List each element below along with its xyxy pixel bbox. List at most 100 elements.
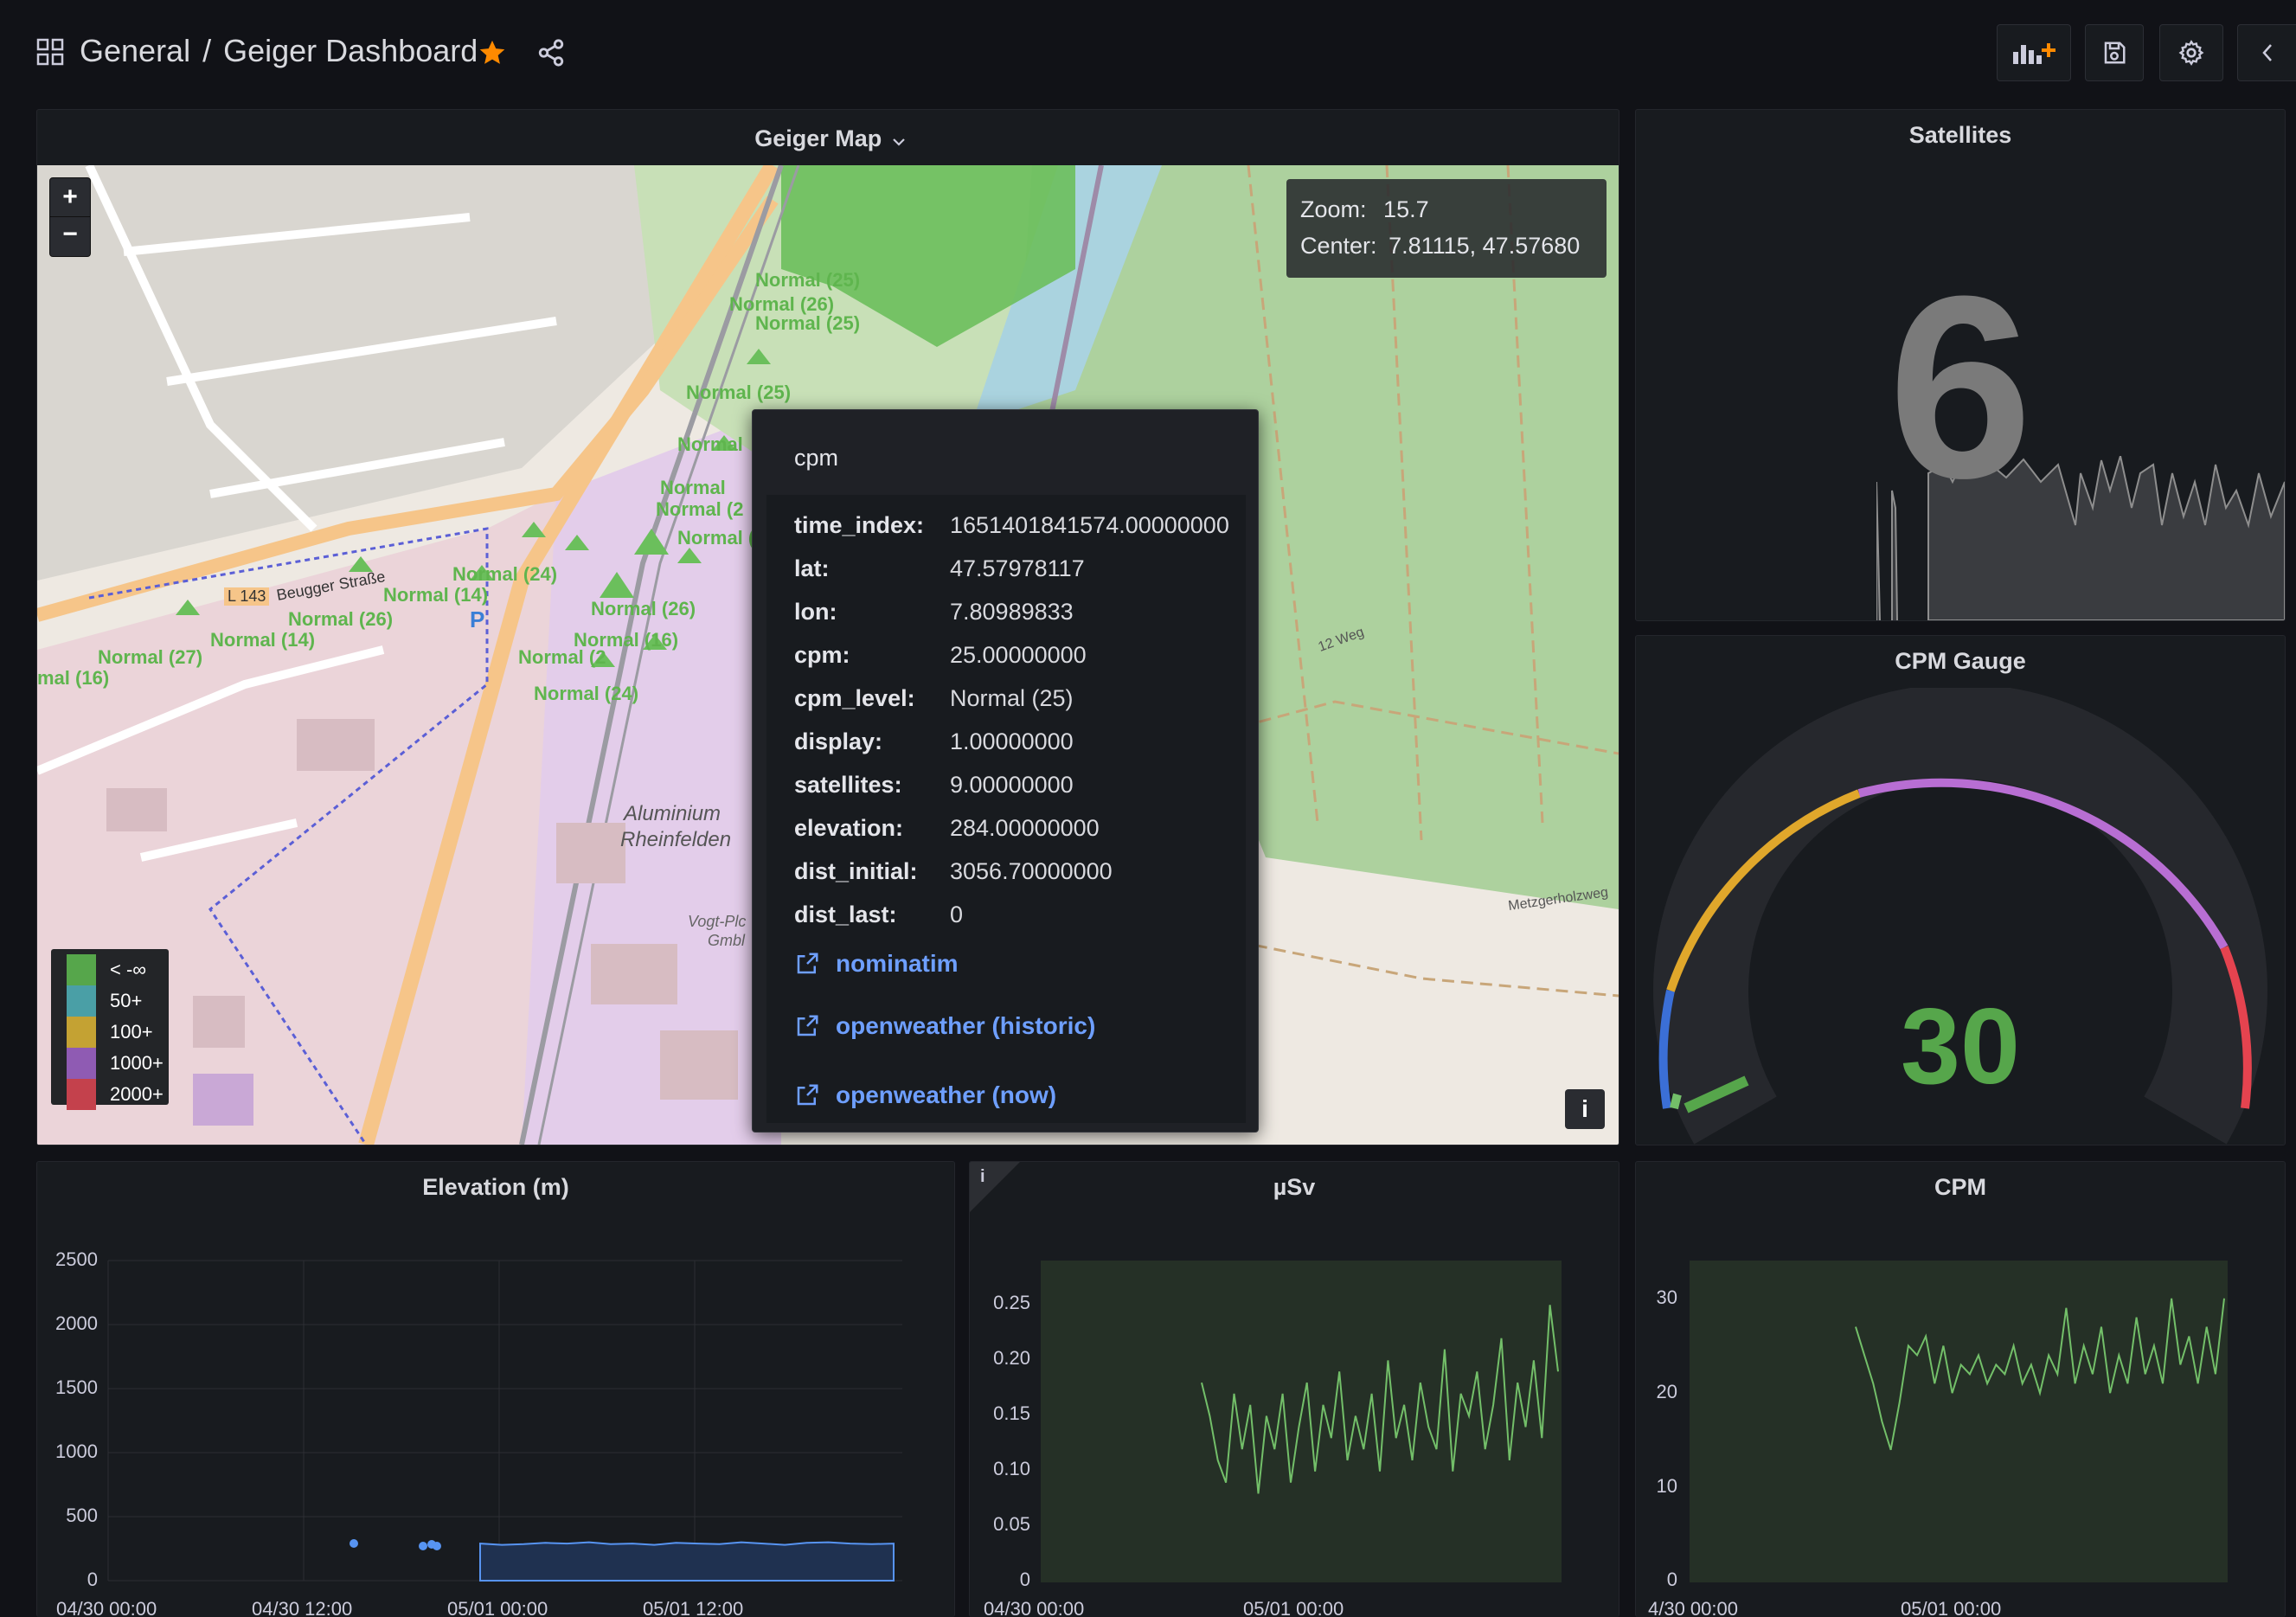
dashboard-title[interactable]: Geiger Dashboard [223,33,478,69]
y-tick: 0.05 [993,1513,1030,1535]
x-tick: 04/30 12:00 [252,1598,353,1617]
map-marker-label: Normal (25) [755,269,861,291]
x-tick: 04/30 00:00 [56,1598,157,1617]
breadcrumb-folder[interactable]: General [80,33,190,69]
x-tick: 4/30 00:00 [1648,1598,1738,1617]
tooltip-key: dist_last: [794,901,897,927]
elevation-point [433,1542,441,1550]
link-label[interactable]: openweather (historic) [836,1012,1095,1040]
map-canvas[interactable]: Normal (25) Normal (26) Normal (25) Norm… [37,165,1619,1145]
tooltip-value: Normal (25) [950,684,1074,711]
zoom-out-button[interactable]: − [50,217,90,255]
tooltip-row: display: 1.00000000 [794,720,1229,763]
link-label[interactable]: openweather (now) [836,1081,1056,1109]
y-tick: 0 [1019,1569,1030,1590]
map-marker-label: Normal (26) [591,598,696,619]
cpm-gauge-title[interactable]: CPM Gauge [1636,648,2285,675]
tooltip-value: 0 [950,901,964,927]
map-marker-label: Normal (14) [210,629,316,651]
tooltip-row: lon: 7.80989833 [794,590,1229,633]
add-panel-button[interactable] [1997,24,2071,81]
place-label: Vogt-Plc [688,913,747,930]
elevation-panel: Elevation (m) 2500 2000 1500 1000 500 0 … [36,1161,955,1617]
external-link-icon [797,1084,818,1106]
tooltip-key: elevation: [794,814,904,841]
geiger-map-panel: Geiger Map Normal (25) Normal (26) Norma… [36,109,1619,1145]
openweather-now-link[interactable]: openweather (now) [794,1061,1229,1130]
zoom-control: + − [49,177,91,257]
y-tick: 0.10 [993,1458,1030,1479]
cpm-gauge-value: 30 [1901,987,2020,1107]
tooltip-key: cpm: [794,641,850,668]
link-label[interactable]: nominatim [836,950,959,978]
map-attribution-button[interactable]: i [1565,1089,1605,1129]
y-tick: 30 [1656,1287,1677,1308]
y-tick: 20 [1656,1381,1677,1402]
tooltip-row: satellites: 9.00000000 [794,763,1229,806]
tooltip-key: lon: [794,598,837,625]
legend-item: 2000+ [67,1079,169,1110]
save-icon [2104,42,2126,64]
tooltip-tab[interactable]: cpm [766,431,870,510]
tooltip-key: time_index: [794,511,925,538]
star-icon[interactable] [478,38,507,67]
dashboard-settings-button[interactable] [2159,24,2223,81]
collapse-button[interactable] [2237,24,2296,81]
y-tick: 0.15 [993,1402,1030,1424]
elevation-point [419,1542,427,1550]
chevron-down-icon[interactable] [891,136,907,148]
map-panel-title[interactable]: Geiger Map [754,125,882,151]
tooltip-value: 3056.70000000 [950,857,1113,884]
tooltip-key: satellites: [794,771,902,798]
share-icon[interactable] [536,38,566,67]
x-tick: 05/01 12:00 [643,1598,744,1617]
satellites-title[interactable]: Satellites [1636,122,2285,149]
tooltip-value: 1651401841574.00000000 [950,511,1229,538]
map-view-info: Zoom: 15.7 Center: 7.81115, 47.57680 [1286,179,1607,278]
place-label: Gmbl [708,932,746,949]
tooltip-key: cpm_level: [794,684,915,711]
x-tick: 05/01 00:00 [447,1598,548,1617]
center-label: Center: [1300,233,1377,259]
place-label: Rheinfelden [620,828,732,851]
x-tick: 05/01 00:00 [1243,1598,1344,1617]
elevation-chart [107,1260,902,1582]
x-tick: 04/30 00:00 [984,1598,1085,1617]
dashboards-grid-icon[interactable] [36,38,64,66]
place-label: Aluminium [624,802,722,825]
zoom-in-button[interactable]: + [50,178,90,217]
map-panel-header[interactable]: Geiger Map [37,110,1619,165]
legend-item: 50+ [67,985,169,1017]
map-marker-label: mal (16) [37,667,110,689]
tooltip-key: lat: [794,555,830,581]
legend-item: < -∞ [67,954,169,985]
openweather-historic-link[interactable]: openweather (historic) [794,991,1229,1061]
usv-chart [1041,1261,1562,1582]
legend-label: 1000+ [110,1052,164,1074]
data-tooltip: cpm time_index: 1651401841574.00000000 la… [752,409,1259,1133]
add-panel-icon [2013,43,2055,64]
nominatim-link[interactable]: nominatim [794,936,1229,991]
map-marker-label: Normal (2 [656,498,744,520]
map-marker-label: Normal [677,433,743,455]
external-link-icon [797,953,818,974]
y-tick: 0.20 [993,1347,1030,1369]
satellites-panel: Satellites 6 [1635,109,2286,621]
y-tick: 10 [1656,1475,1677,1497]
tooltip-value: 25.00000000 [950,641,1087,668]
map-marker-label: Normal [660,477,726,498]
chevron-left-icon [2262,44,2272,61]
y-tick: 2500 [55,1248,98,1270]
legend-label: 100+ [110,1021,153,1043]
map-marker-label: Normal (26) [288,608,394,630]
y-tick: 0.25 [993,1292,1030,1313]
save-dashboard-button[interactable] [2085,24,2144,81]
tooltip-row: elevation: 284.00000000 [794,806,1229,850]
y-tick: 2000 [55,1312,98,1334]
map-marker-label: Normal (27) [98,646,203,668]
cpm-chart [1690,1261,2228,1582]
tooltip-row: dist_last: 0 [794,893,1229,936]
x-tick: 05/01 00:00 [1901,1598,2002,1617]
y-tick: 0 [1666,1569,1677,1590]
tooltip-row: lat: 47.57978117 [794,547,1229,590]
